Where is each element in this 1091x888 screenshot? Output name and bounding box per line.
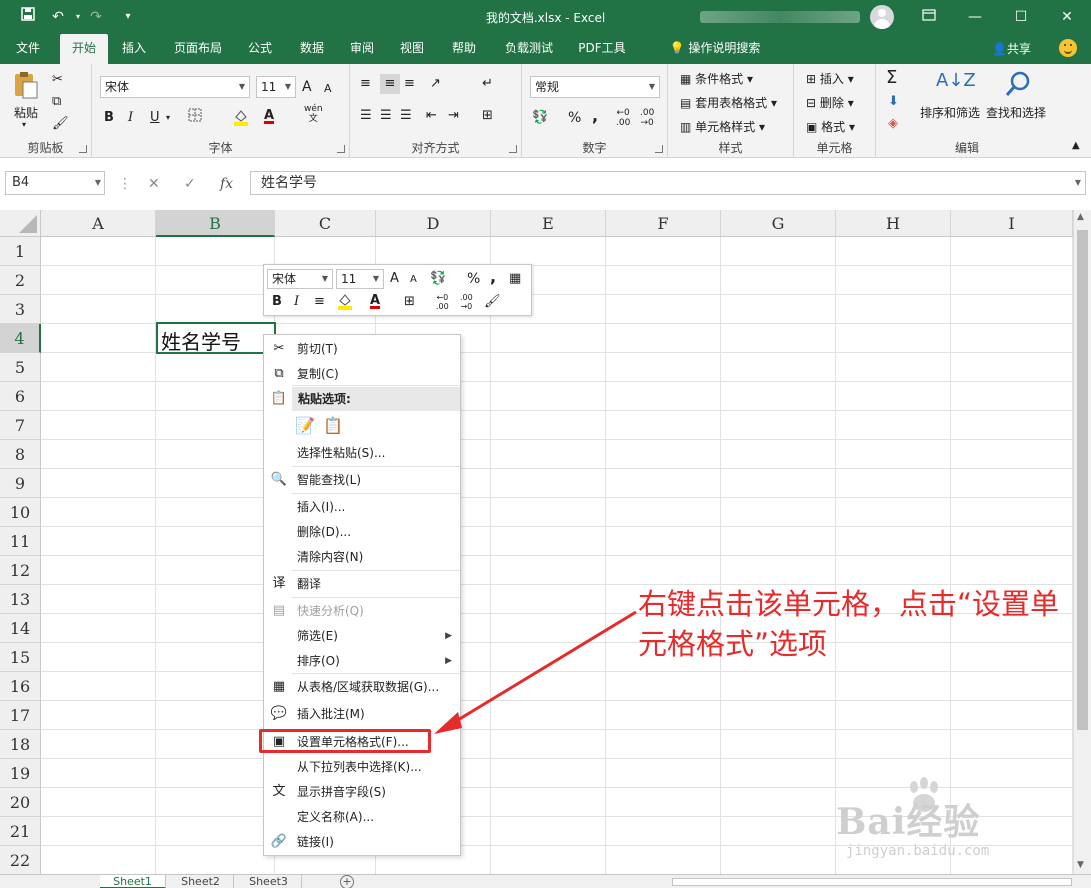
watermark-url: jingyan.baidu.com xyxy=(846,843,990,859)
baidu-watermark: Bai经验 jingyan.baidu.com xyxy=(836,775,1036,875)
annotation-arrow xyxy=(434,610,637,734)
watermark-logo: Bai经验 xyxy=(836,801,981,843)
annotation-text: 右键点击该单元格，点击“设置单元格格式”选项 xyxy=(638,587,1060,661)
